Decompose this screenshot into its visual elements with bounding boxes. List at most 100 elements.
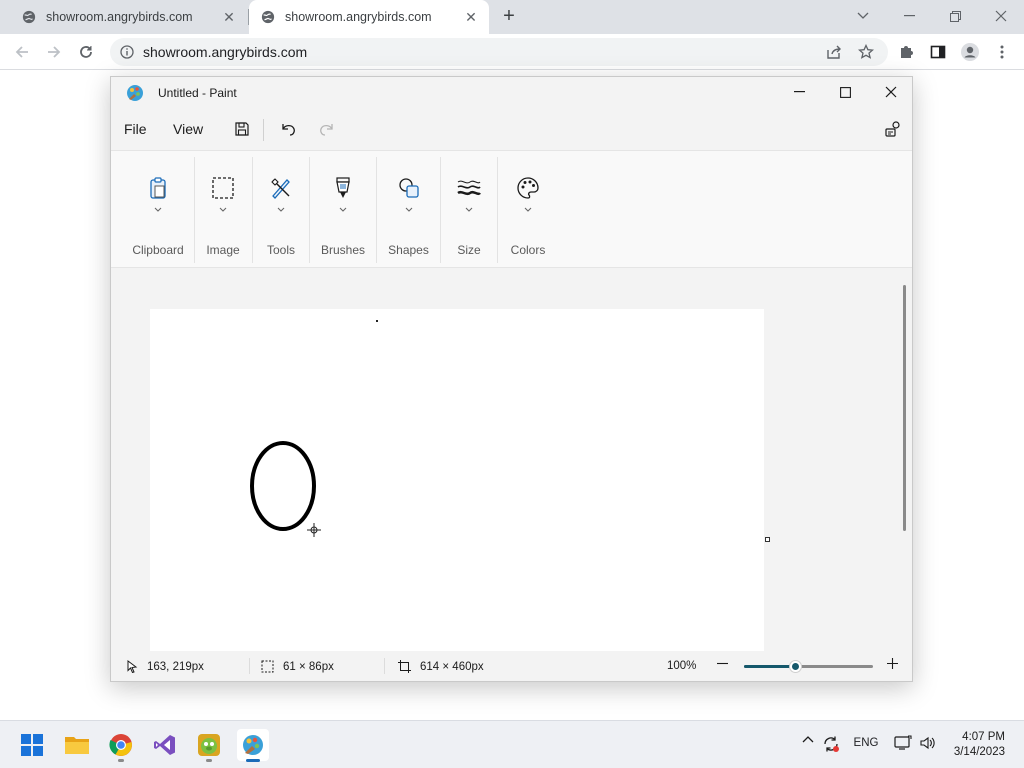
- account-settings-button[interactable]: [882, 118, 904, 140]
- taskbar-paint[interactable]: [237, 729, 269, 762]
- redo-button[interactable]: [316, 118, 338, 140]
- arrow-left-icon: [15, 46, 28, 58]
- stray-dot: [376, 320, 378, 322]
- vertical-scrollbar[interactable]: [903, 285, 906, 531]
- canvas-drawing: [250, 320, 378, 537]
- sync-icon: [824, 736, 839, 752]
- browser-menu-button[interactable]: [990, 40, 1014, 64]
- system-clock[interactable]: 4:07 PM 3/14/2023: [954, 730, 1005, 760]
- start-button[interactable]: [16, 729, 48, 761]
- bookmark-button[interactable]: [854, 40, 878, 64]
- back-button[interactable]: [10, 40, 34, 64]
- sync-status-icon[interactable]: [821, 735, 841, 753]
- address-bar[interactable]: showroom.angrybirds.com: [110, 38, 888, 66]
- paint-close-button[interactable]: [868, 77, 914, 107]
- paint-minimize-button[interactable]: [776, 77, 822, 107]
- network-icon[interactable]: [893, 735, 913, 751]
- taskbar-visual-studio[interactable]: [149, 729, 181, 761]
- menu-file[interactable]: File: [124, 121, 147, 137]
- ribbon-group-size[interactable]: Size: [441, 151, 497, 269]
- chevron-down-icon: [857, 12, 869, 19]
- status-divider: [384, 658, 385, 674]
- paint-window-title: Untitled - Paint: [158, 86, 237, 100]
- browser-tab-1[interactable]: showroom.angrybirds.com ✕: [0, 0, 247, 34]
- side-panel-icon: [930, 45, 946, 59]
- chevron-down-icon: [465, 207, 473, 212]
- chevron-down-icon: [524, 207, 532, 212]
- chevron-down-icon: [277, 207, 285, 212]
- paint-maximize-button[interactable]: [822, 77, 868, 107]
- ribbon-label-tools: Tools: [266, 243, 295, 257]
- running-indicator: [118, 759, 124, 762]
- new-tab-button[interactable]: +: [499, 6, 519, 27]
- zoom-level: 100%: [667, 660, 696, 672]
- forward-button[interactable]: [42, 40, 66, 64]
- zoom-out-button[interactable]: [717, 658, 737, 669]
- folder-icon: [65, 737, 89, 754]
- menu-view[interactable]: View: [173, 121, 203, 137]
- angry-birds-icon: [198, 734, 220, 756]
- brush-icon: [330, 175, 356, 201]
- browser-tab-strip: showroom.angrybirds.com ✕ showroom.angry…: [0, 0, 1024, 34]
- show-hidden-icons-button[interactable]: [800, 735, 816, 743]
- share-icon: [827, 45, 841, 59]
- language-indicator[interactable]: ENG: [850, 737, 882, 749]
- canvas-area[interactable]: [111, 269, 912, 651]
- palette-icon: [515, 175, 541, 201]
- close-tab-icon[interactable]: ✕: [221, 9, 237, 25]
- ribbon-group-shapes[interactable]: Shapes: [377, 151, 440, 269]
- save-button[interactable]: [231, 118, 253, 140]
- url-text: showroom.angrybirds.com: [143, 44, 308, 60]
- side-panel-button[interactable]: [926, 40, 950, 64]
- puzzle-icon: [901, 46, 913, 58]
- info-icon[interactable]: [120, 45, 134, 59]
- taskbar-angry-birds[interactable]: [193, 729, 225, 762]
- stroke-size-icon: [456, 175, 482, 201]
- volume-icon[interactable]: [918, 735, 938, 751]
- taskbar: ENG 4:07 PM 3/14/2023: [0, 720, 1024, 768]
- taskbar-chrome[interactable]: [105, 729, 137, 762]
- browser-restore-button[interactable]: [932, 0, 978, 32]
- ribbon-label-brushes: Brushes: [320, 243, 366, 257]
- canvas-resize-handle[interactable]: [765, 537, 770, 542]
- extensions-button[interactable]: [894, 40, 918, 64]
- paint-title-bar[interactable]: Untitled - Paint: [111, 77, 912, 109]
- tab-search-button[interactable]: [840, 0, 886, 32]
- speaker-icon: [920, 736, 935, 750]
- browser-tab-2[interactable]: showroom.angrybirds.com ✕: [249, 0, 489, 34]
- visual-studio-icon: [154, 735, 175, 755]
- drawing-canvas[interactable]: [150, 309, 764, 651]
- running-indicator: [206, 759, 212, 762]
- chevron-down-icon: [219, 207, 227, 212]
- zoom-level-text: 100%: [667, 660, 697, 672]
- reload-button[interactable]: [74, 40, 98, 64]
- ribbon-group-brushes[interactable]: Brushes: [310, 151, 376, 269]
- zoom-in-button[interactable]: [887, 658, 907, 669]
- restore-icon: [949, 10, 961, 22]
- ribbon-group-clipboard[interactable]: Clipboard: [121, 151, 195, 269]
- minimize-icon: [903, 15, 915, 17]
- browser-close-button[interactable]: [978, 0, 1024, 32]
- profile-button[interactable]: [958, 40, 982, 64]
- arrow-right-icon: [48, 46, 61, 58]
- zoom-slider-thumb[interactable]: [790, 661, 801, 672]
- canvas-size-icon: [398, 660, 411, 673]
- plus-icon: [887, 658, 898, 669]
- pointer-icon: [127, 660, 138, 673]
- taskbar-file-explorer[interactable]: [61, 729, 93, 761]
- ribbon-group-tools[interactable]: Tools: [253, 151, 309, 269]
- browser-minimize-button[interactable]: [886, 0, 932, 32]
- ribbon-group-colors[interactable]: Colors: [498, 151, 558, 269]
- tab-title: showroom.angrybirds.com: [285, 10, 432, 24]
- ribbon-group-image[interactable]: Image: [195, 151, 251, 269]
- drawn-ellipse[interactable]: [250, 441, 316, 531]
- share-button[interactable]: [822, 40, 846, 64]
- chevron-down-icon: [405, 207, 412, 212]
- close-tab-icon[interactable]: ✕: [463, 9, 479, 25]
- clock-time: 4:07 PM: [962, 731, 1005, 743]
- zoom-slider[interactable]: [744, 661, 873, 672]
- undo-button[interactable]: [277, 118, 299, 140]
- windows-logo-icon: [21, 734, 43, 756]
- paint-ribbon: Clipboard Image Tools Brushes Shapes Siz…: [111, 150, 912, 268]
- avatar-icon: [961, 43, 979, 61]
